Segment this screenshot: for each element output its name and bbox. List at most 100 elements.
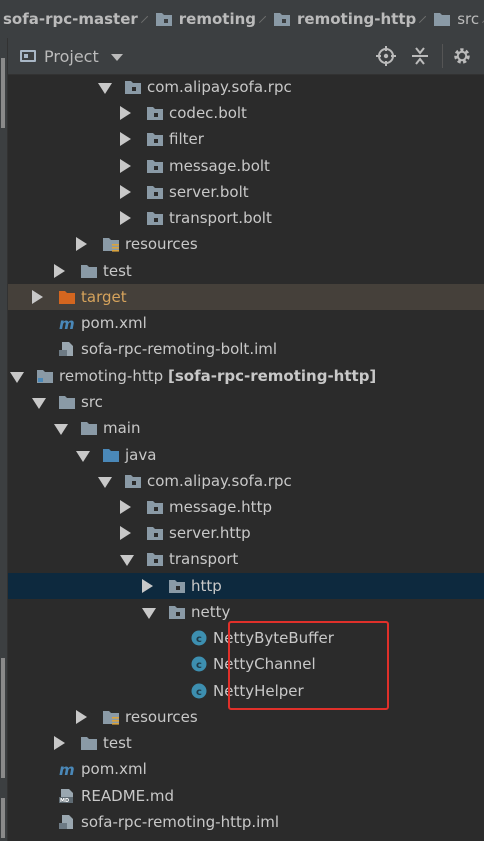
expand-arrow-down-icon[interactable] xyxy=(76,451,90,462)
expand-arrow-right-icon[interactable] xyxy=(120,159,131,173)
expand-arrow-down-icon[interactable] xyxy=(32,398,46,409)
class-icon: c xyxy=(191,656,207,672)
collapse-all-icon[interactable] xyxy=(410,46,430,66)
tree-row[interactable]: sofa-rpc-remoting-http.iml xyxy=(8,809,484,835)
tree-row-label: resources xyxy=(125,708,198,726)
iml-file-icon xyxy=(59,342,73,356)
tree-row[interactable]: server.bolt xyxy=(8,179,484,205)
excluded-folder-icon xyxy=(59,291,75,304)
project-view-icon xyxy=(20,50,36,62)
gutter-tab[interactable] xyxy=(1,658,5,778)
maven-icon: m xyxy=(59,761,75,777)
tree-row[interactable]: transport xyxy=(8,546,484,572)
class-icon: c xyxy=(191,683,207,699)
svg-text:c: c xyxy=(196,660,202,671)
tree-row-label: filter xyxy=(169,130,204,148)
expand-arrow-down-icon[interactable] xyxy=(10,372,24,383)
project-toolbar: Project xyxy=(8,38,484,75)
resources-folder-icon xyxy=(103,238,119,252)
expand-arrow-right-icon[interactable] xyxy=(142,579,153,593)
tree-row-label: pom.xml xyxy=(81,760,147,778)
tree-row-label: test xyxy=(103,262,132,280)
tree-row[interactable]: m pom.xml xyxy=(8,756,484,782)
breadcrumb-item-remoting[interactable]: remoting xyxy=(149,0,256,38)
folder-icon xyxy=(155,13,172,26)
tool-window-gutter xyxy=(0,38,8,841)
tree-row[interactable]: remoting-http [sofa-rpc-remoting-http] xyxy=(8,363,484,389)
locate-icon[interactable] xyxy=(376,46,396,66)
tree-row-label: com.alipay.sofa.rpc xyxy=(147,78,292,96)
tree-row[interactable]: server.http xyxy=(8,520,484,546)
svg-text:m: m xyxy=(59,315,75,331)
tree-row-label: transport.bolt xyxy=(169,209,272,227)
tree-row-label: target xyxy=(81,288,127,306)
tree-row[interactable]: http xyxy=(8,573,484,599)
tree-row[interactable]: filter xyxy=(8,126,484,152)
tree-row[interactable]: test xyxy=(8,730,484,756)
expand-arrow-right-icon[interactable] xyxy=(120,185,131,199)
highlight-box xyxy=(228,621,389,710)
tree-row-label: src xyxy=(81,393,103,411)
tree-row[interactable]: test xyxy=(8,258,484,284)
gutter-tab[interactable] xyxy=(1,58,5,128)
svg-text:c: c xyxy=(196,687,202,698)
expand-arrow-down-icon[interactable] xyxy=(142,608,156,619)
tree-row-label: README.md xyxy=(81,787,175,805)
expand-arrow-down-icon[interactable] xyxy=(98,477,112,488)
expand-arrow-right-icon[interactable] xyxy=(32,290,43,304)
tree-row[interactable]: com.alipay.sofa.rpc xyxy=(8,74,484,100)
tree-row-label: sofa-rpc-remoting-http.iml xyxy=(81,813,280,831)
tree-row[interactable]: transport.bolt xyxy=(8,205,484,231)
tree-row[interactable]: message.bolt xyxy=(8,153,484,179)
tree-row[interactable]: com.alipay.sofa.rpc xyxy=(8,468,484,494)
package-icon xyxy=(147,186,163,199)
expand-arrow-right-icon[interactable] xyxy=(120,132,131,146)
tree-row[interactable]: m pom.xml xyxy=(8,310,484,336)
tree-row[interactable]: resources xyxy=(8,231,484,257)
tree-row[interactable]: MD README.md xyxy=(8,783,484,809)
expand-arrow-down-icon[interactable] xyxy=(54,424,68,435)
expand-arrow-right-icon[interactable] xyxy=(120,526,131,540)
chevron-right-icon xyxy=(258,15,267,23)
breadcrumb-label: remoting-http xyxy=(297,10,417,28)
module-folder-icon xyxy=(37,370,53,383)
breadcrumb-label: remoting xyxy=(178,10,257,28)
expand-arrow-right-icon[interactable] xyxy=(54,264,65,278)
tree-row[interactable]: main xyxy=(8,415,484,441)
expand-arrow-right-icon[interactable] xyxy=(54,736,65,750)
folder-icon xyxy=(274,13,291,26)
tree-row[interactable]: message.http xyxy=(8,494,484,520)
chevron-down-icon[interactable] xyxy=(110,53,123,61)
project-view-title[interactable]: Project xyxy=(44,47,99,66)
breadcrumb-item-sofa-rpc-master[interactable]: sofa-rpc-master xyxy=(0,0,138,38)
expand-arrow-down-icon[interactable] xyxy=(98,83,112,94)
folder-icon xyxy=(59,396,75,409)
expand-arrow-right-icon[interactable] xyxy=(120,106,131,120)
tree-row-label: java xyxy=(125,446,157,464)
expand-arrow-right-icon[interactable] xyxy=(120,500,131,514)
tree-row-label: message.bolt xyxy=(169,157,270,175)
breadcrumb: sofa-rpc-master remoting remoting-http s… xyxy=(0,0,484,39)
expand-arrow-right-icon[interactable] xyxy=(76,237,87,251)
folder-icon xyxy=(81,422,97,435)
tree-row[interactable]: codec.bolt xyxy=(8,100,484,126)
breadcrumb-item-src[interactable]: src xyxy=(427,0,479,38)
tree-row-label: com.alipay.sofa.rpc xyxy=(147,472,292,490)
tree-row[interactable]: sofa-rpc-remoting-bolt.iml xyxy=(8,336,484,362)
expand-arrow-down-icon[interactable] xyxy=(120,555,134,566)
tree-row-label: server.bolt xyxy=(169,183,249,201)
chevron-right-icon xyxy=(140,15,148,23)
settings-icon[interactable] xyxy=(452,46,472,66)
tree-row-label: message.http xyxy=(169,498,272,516)
package-icon xyxy=(147,527,163,540)
gutter-tab[interactable] xyxy=(1,798,5,838)
expand-arrow-right-icon[interactable] xyxy=(76,710,87,724)
breadcrumb-item-remoting-http[interactable]: remoting-http xyxy=(267,0,416,38)
tree-row[interactable]: src xyxy=(8,389,484,415)
expand-arrow-right-icon[interactable] xyxy=(120,211,131,225)
tree-row[interactable]: target xyxy=(8,284,484,310)
tree-row-label: pom.xml xyxy=(81,314,147,332)
tree-row[interactable]: java xyxy=(8,442,484,468)
source-folder-icon xyxy=(103,449,119,462)
tree-row-label: remoting-http xyxy=(59,367,164,385)
